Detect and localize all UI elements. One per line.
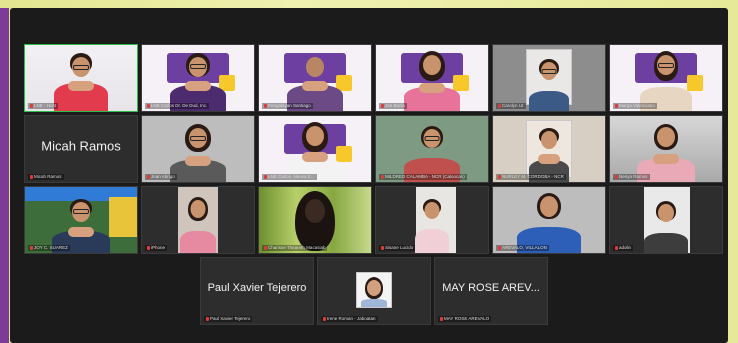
mic-muted-icon <box>264 103 267 108</box>
participant-name-label: AREVALO, VILLALON <box>496 245 549 251</box>
mic-muted-icon <box>323 316 326 321</box>
participant-name-label: iPhone <box>145 245 168 251</box>
participant-tile-21[interactable]: MAY ROSE AREV... MAY ROSE AREVALO <box>434 257 548 325</box>
participant-tile-5[interactable]: Carolyn Ur <box>492 44 606 112</box>
participant-name-label: Jen Bacla <box>379 103 407 109</box>
participant-name-label: Paul Xavier Tejerero <box>204 316 253 322</box>
participant-tile-18[interactable]: adolin <box>609 186 723 254</box>
participant-name-label: JOY C. SUAREZ <box>28 245 70 251</box>
participant-name-label: NURLEY M. CORDOBA - NCR <box>496 174 566 180</box>
participant-tile-16[interactable]: Sisane Lucido <box>375 186 489 254</box>
participant-display-name: MAY ROSE AREV... <box>442 281 540 294</box>
participant-tile-11[interactable]: NURLEY M. CORDOBA - NCR <box>492 115 606 183</box>
participant-tile-13[interactable]: JOY C. SUAREZ <box>24 186 138 254</box>
participant-name-label: Nenya Ramos <box>613 174 650 180</box>
participant-name-label: MAY ROSE AREVALO <box>438 316 492 322</box>
participant-tile-6[interactable]: Marga Valenciano <box>609 44 723 112</box>
mic-muted-icon <box>30 245 33 250</box>
participant-name-label: LNE - Host <box>28 103 59 109</box>
participant-tile-2[interactable]: LNE Carlos Dr. De Dud, Inc. <box>141 44 255 112</box>
participant-display-name: Micah Ramos <box>41 138 121 154</box>
mic-muted-icon <box>381 103 384 108</box>
mic-muted-icon <box>30 174 33 179</box>
left-accent-bar <box>0 8 9 343</box>
participant-name-label: Sisane Lucido <box>379 245 416 251</box>
mic-muted-icon <box>147 245 150 250</box>
participant-name-label: MILDRED CALAMBA - NCR (Caloocan) <box>379 174 467 180</box>
mic-muted-icon <box>264 174 267 179</box>
participant-name-label: Charisse Theareth Macasiab <box>262 245 328 251</box>
meeting-gallery-view: LNE - Host LNE Carlos Dr. De Dud, Inc. P… <box>10 8 728 343</box>
participant-name-label: Micah Ramos <box>28 174 64 180</box>
mic-muted-icon <box>498 245 501 250</box>
participant-name-label: adolin <box>613 245 634 251</box>
participant-tile-19[interactable]: Paul Xavier Tejerero Paul Xavier Tejerer… <box>200 257 314 325</box>
participant-name-label: Jean Abrigo <box>145 174 177 180</box>
mic-muted-icon <box>30 103 33 108</box>
participant-tile-1[interactable]: LNE - Host <box>24 44 138 112</box>
mic-muted-icon <box>615 174 618 179</box>
participant-name-label: Pengalayan Santiago <box>262 103 313 109</box>
participant-tile-10[interactable]: MILDRED CALAMBA - NCR (Caloocan) <box>375 115 489 183</box>
mic-muted-icon <box>147 103 150 108</box>
participant-tile-12[interactable]: Nenya Ramos <box>609 115 723 183</box>
mic-muted-icon <box>498 103 501 108</box>
mic-muted-icon <box>498 174 501 179</box>
participant-name-label: LNE Carlos Dr. De Dud, Inc. <box>145 103 210 109</box>
mic-muted-icon <box>206 316 209 321</box>
participant-tile-9[interactable]: LNE Carlos, Neuva E... <box>258 115 372 183</box>
participant-name-label: Marga Valenciano <box>613 103 657 109</box>
participant-name-label: Irene Roman - Jaboatan <box>321 316 378 322</box>
participant-display-name: Paul Xavier Tejerero <box>207 281 307 294</box>
participant-tile-17[interactable]: AREVALO, VILLALON <box>492 186 606 254</box>
participant-tile-14[interactable]: iPhone <box>141 186 255 254</box>
mic-muted-icon <box>381 245 384 250</box>
mic-muted-icon <box>264 245 267 250</box>
participant-tile-4[interactable]: Jen Bacla <box>375 44 489 112</box>
participant-tile-8[interactable]: Jean Abrigo <box>141 115 255 183</box>
mic-muted-icon <box>147 174 150 179</box>
mic-muted-icon <box>381 174 384 179</box>
mic-muted-icon <box>615 245 618 250</box>
mic-muted-icon <box>440 316 443 321</box>
participant-tile-7[interactable]: Micah Ramos Micah Ramos <box>24 115 138 183</box>
participant-tile-20[interactable]: Irene Roman - Jaboatan <box>317 257 431 325</box>
mic-muted-icon <box>615 103 618 108</box>
participant-tile-3[interactable]: Pengalayan Santiago <box>258 44 372 112</box>
participant-tile-15[interactable]: Charisse Theareth Macasiab <box>258 186 372 254</box>
participant-name-label: Carolyn Ur <box>496 103 526 109</box>
participant-name-label: LNE Carlos, Neuva E... <box>262 174 317 180</box>
